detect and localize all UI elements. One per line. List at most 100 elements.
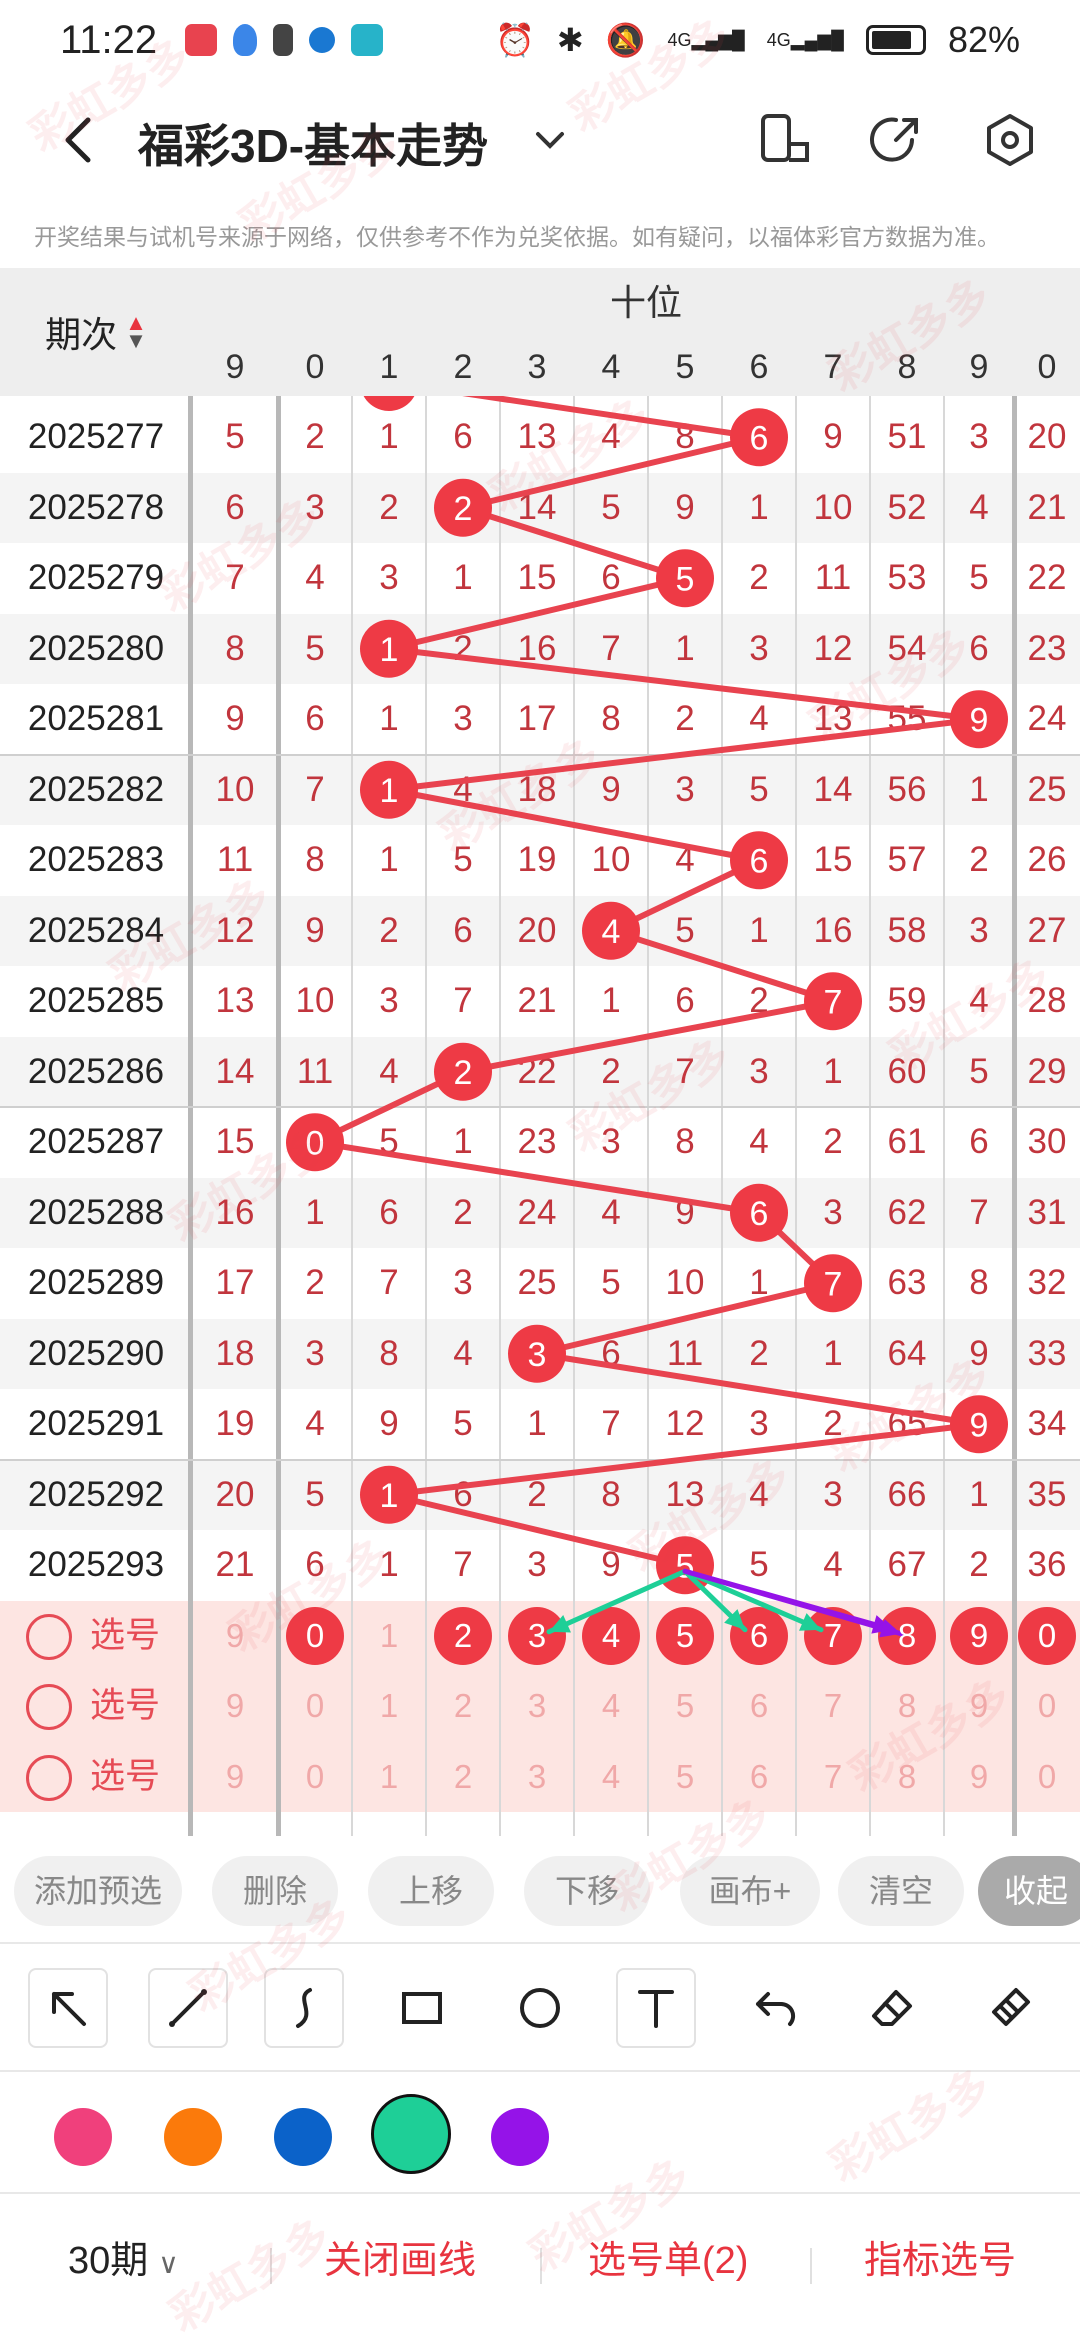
indicator-pick-button[interactable]: 指标选号 <box>864 2236 1016 2286</box>
move-up-button[interactable]: 上移 <box>368 1856 494 1926</box>
select-number-cell[interactable]: 3 <box>500 1742 574 1813</box>
circle-icon[interactable] <box>500 1968 580 2048</box>
color-blue-swatch[interactable] <box>274 2108 332 2166</box>
selected-number-ball[interactable]: 0 <box>278 1601 352 1672</box>
grid-line <box>647 268 649 1836</box>
close-drawing-button[interactable]: 关闭画线 <box>324 2236 476 2286</box>
select-number-cell[interactable]: 2 <box>426 1742 500 1813</box>
eraser-icon[interactable] <box>852 1968 932 2048</box>
rotate-screen-icon[interactable] <box>755 110 815 170</box>
table-cell: 21 <box>1027 487 1067 527</box>
select-number-cell[interactable]: 1 <box>352 1671 426 1742</box>
table-row: 2025279 7 4 3 1 15 6 5 2 11 53 5 22 <box>0 543 1080 614</box>
table-cell: 54 <box>887 628 927 668</box>
select-number-cell[interactable]: 5 <box>648 1671 722 1742</box>
select-number-cell[interactable]: 9 <box>944 1742 1014 1813</box>
select-radio[interactable] <box>26 1684 72 1730</box>
canvas-add-button[interactable]: 画布+ <box>680 1856 820 1926</box>
add-preselect-button[interactable]: 添加预选 <box>14 1856 182 1926</box>
delete-button[interactable]: 删除 <box>212 1856 338 1926</box>
text-icon[interactable] <box>616 1968 696 2048</box>
curve-icon[interactable] <box>264 1968 344 2048</box>
table-cell: 3 <box>969 417 989 456</box>
column-header: 1 <box>352 338 426 396</box>
table-cell: 58 <box>887 910 927 950</box>
selected-number-ball[interactable]: 9 <box>944 1601 1014 1672</box>
select-number-cell[interactable]: 6 <box>722 1671 796 1742</box>
select-number-cell[interactable]: 7 <box>796 1671 870 1742</box>
select-number-cell[interactable]: 9 <box>192 1742 278 1813</box>
move-down-button[interactable]: 下移 <box>524 1856 650 1926</box>
table-cell: 34 <box>1027 1404 1067 1443</box>
table-cell: 1 <box>675 628 695 668</box>
table-cell: 3 <box>527 1333 547 1373</box>
select-number-cell[interactable]: 4 <box>574 1671 648 1742</box>
table-cell: 4 <box>601 910 621 950</box>
select-number-cell[interactable]: 5 <box>648 1742 722 1813</box>
table-cell: 19 <box>215 1404 255 1443</box>
select-number: 5 <box>675 1757 695 1795</box>
back-arrow-icon[interactable] <box>50 110 110 170</box>
color-green-swatch[interactable] <box>371 2094 451 2174</box>
selected-number-ball[interactable]: 3 <box>500 1601 574 1672</box>
clear-button[interactable]: 清空 <box>838 1856 964 1926</box>
period-count-select[interactable]: 30期 ∨ <box>68 2236 179 2289</box>
select-number-cell[interactable]: 8 <box>870 1671 944 1742</box>
select-number-cell[interactable]: 4 <box>574 1742 648 1813</box>
table-cell: 22 <box>517 1051 557 1091</box>
table-cell: 5 <box>305 628 325 668</box>
select-number-cell[interactable]: 6 <box>722 1742 796 1813</box>
pick-list-button[interactable]: 选号单(2) <box>588 2236 748 2286</box>
selected-number-ball[interactable]: 8 <box>870 1601 944 1672</box>
share-icon[interactable] <box>866 110 926 170</box>
select-number-cell[interactable]: 1 <box>352 1601 426 1672</box>
select-number-cell[interactable]: 3 <box>500 1671 574 1742</box>
table-cell: 6 <box>749 840 769 879</box>
arrow-select-icon[interactable] <box>28 1968 108 2048</box>
select-number-cell[interactable]: 8 <box>870 1742 944 1813</box>
table-cell: 65 <box>887 1404 927 1443</box>
period-header[interactable]: 期次 ▲ ▼ <box>0 268 192 396</box>
clear-brush-icon[interactable] <box>970 1968 1050 2048</box>
select-number-cell[interactable]: 0 <box>278 1671 352 1742</box>
select-number: 7 <box>823 1616 843 1654</box>
select-number-cell[interactable]: 9 <box>944 1671 1014 1742</box>
sort-icon[interactable]: ▲ ▼ <box>125 312 147 352</box>
selected-number-ball[interactable]: 7 <box>796 1601 870 1672</box>
select-number-cell[interactable]: 9 <box>192 1601 278 1672</box>
rectangle-icon[interactable] <box>382 1968 462 2048</box>
select-radio[interactable] <box>26 1613 72 1660</box>
selected-number-ball[interactable]: 6 <box>722 1601 796 1672</box>
grid-line <box>276 268 281 1836</box>
select-number-cell[interactable]: 0 <box>1014 1671 1080 1742</box>
selected-number-ball[interactable]: 0 <box>1014 1601 1080 1672</box>
table-cell: 6 <box>453 417 473 456</box>
select-number-cell[interactable]: 0 <box>1014 1742 1080 1813</box>
collapse-button[interactable]: 收起 <box>978 1856 1080 1926</box>
select-number-cell[interactable]: 0 <box>278 1742 352 1813</box>
color-orange-swatch[interactable] <box>164 2108 222 2166</box>
select-number-cell[interactable]: 7 <box>796 1742 870 1813</box>
select-number-cell[interactable]: 2 <box>426 1671 500 1742</box>
line-icon[interactable] <box>148 1968 228 2048</box>
color-purple-swatch[interactable] <box>491 2108 549 2166</box>
settings-icon[interactable] <box>980 110 1040 170</box>
table-cell: 17 <box>517 699 557 738</box>
trend-table[interactable]: 2025276411512374850219202527752161348695… <box>0 268 1080 1836</box>
select-number: 4 <box>601 1687 621 1724</box>
table-cell: 6 <box>749 1192 769 1232</box>
selected-number-ball[interactable]: 2 <box>426 1601 500 1672</box>
undo-icon[interactable] <box>734 1968 814 2048</box>
color-picker <box>0 2074 1080 2194</box>
select-radio[interactable] <box>26 1754 72 1801</box>
select-number-cell[interactable]: 1 <box>352 1742 426 1813</box>
selected-number-ball[interactable]: 5 <box>648 1601 722 1672</box>
table-cell: 57 <box>887 840 927 879</box>
chevron-down-icon: ∨ <box>158 2248 179 2279</box>
selected-number-ball[interactable]: 4 <box>574 1601 648 1672</box>
chevron-down-icon[interactable] <box>530 120 570 160</box>
select-label: 选号 <box>90 1686 161 1725</box>
select-number-cell[interactable]: 9 <box>192 1671 278 1742</box>
color-pink-swatch[interactable] <box>54 2108 112 2166</box>
table-cell: 4 <box>675 840 695 879</box>
